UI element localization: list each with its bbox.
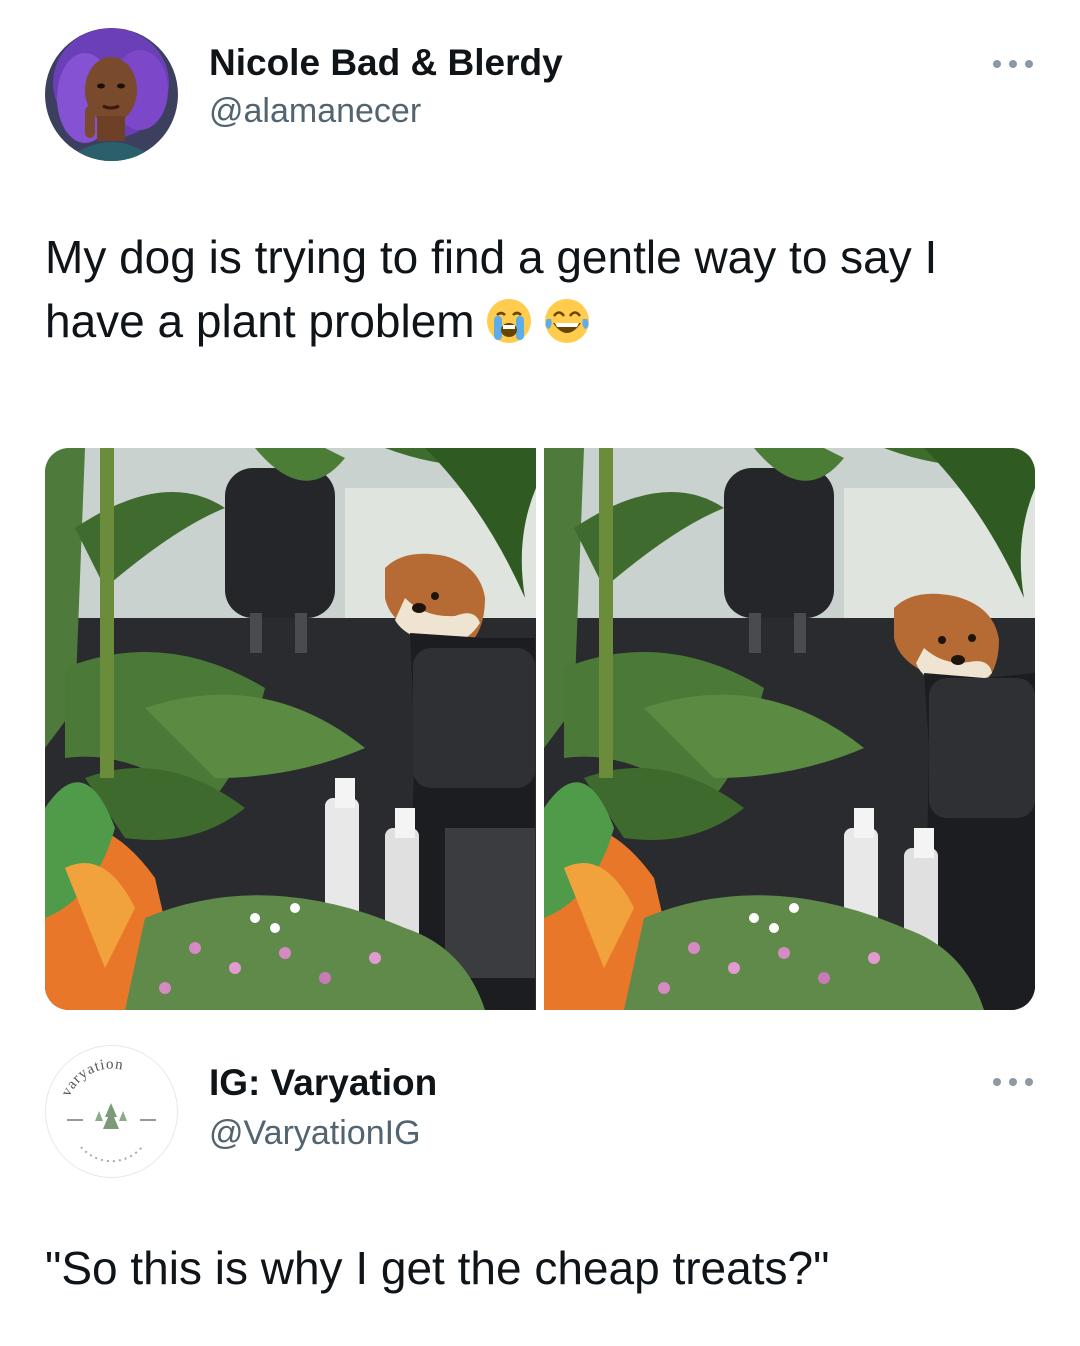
avatar[interactable] bbox=[45, 28, 178, 161]
avatar[interactable]: varyation bbox=[45, 1045, 178, 1178]
photo-dog-car-right[interactable] bbox=[544, 448, 1035, 1010]
more-dots-icon[interactable] bbox=[993, 1072, 1033, 1092]
reply-author-name[interactable]: IG: Varyation bbox=[209, 1062, 437, 1104]
reply-text: "So this is why I get the cheap treats?" bbox=[45, 1242, 830, 1294]
more-dots-icon[interactable] bbox=[993, 54, 1033, 74]
tweet-text: My dog is trying to find a gentle way to… bbox=[45, 225, 1045, 353]
loudly-crying-face-icon bbox=[485, 297, 533, 345]
reply-author-handle[interactable]: @VaryationIG bbox=[209, 1114, 421, 1153]
face-with-tears-of-joy-icon bbox=[543, 297, 591, 345]
tweet-main: Nicole Bad & Blerdy @alamanecer My dog i… bbox=[0, 0, 1080, 1030]
author-name[interactable]: Nicole Bad & Blerdy bbox=[209, 42, 563, 84]
media-grid[interactable] bbox=[45, 448, 1035, 1010]
author-handle[interactable]: @alamanecer bbox=[209, 92, 421, 131]
photo-dog-car-left[interactable] bbox=[45, 448, 536, 1010]
